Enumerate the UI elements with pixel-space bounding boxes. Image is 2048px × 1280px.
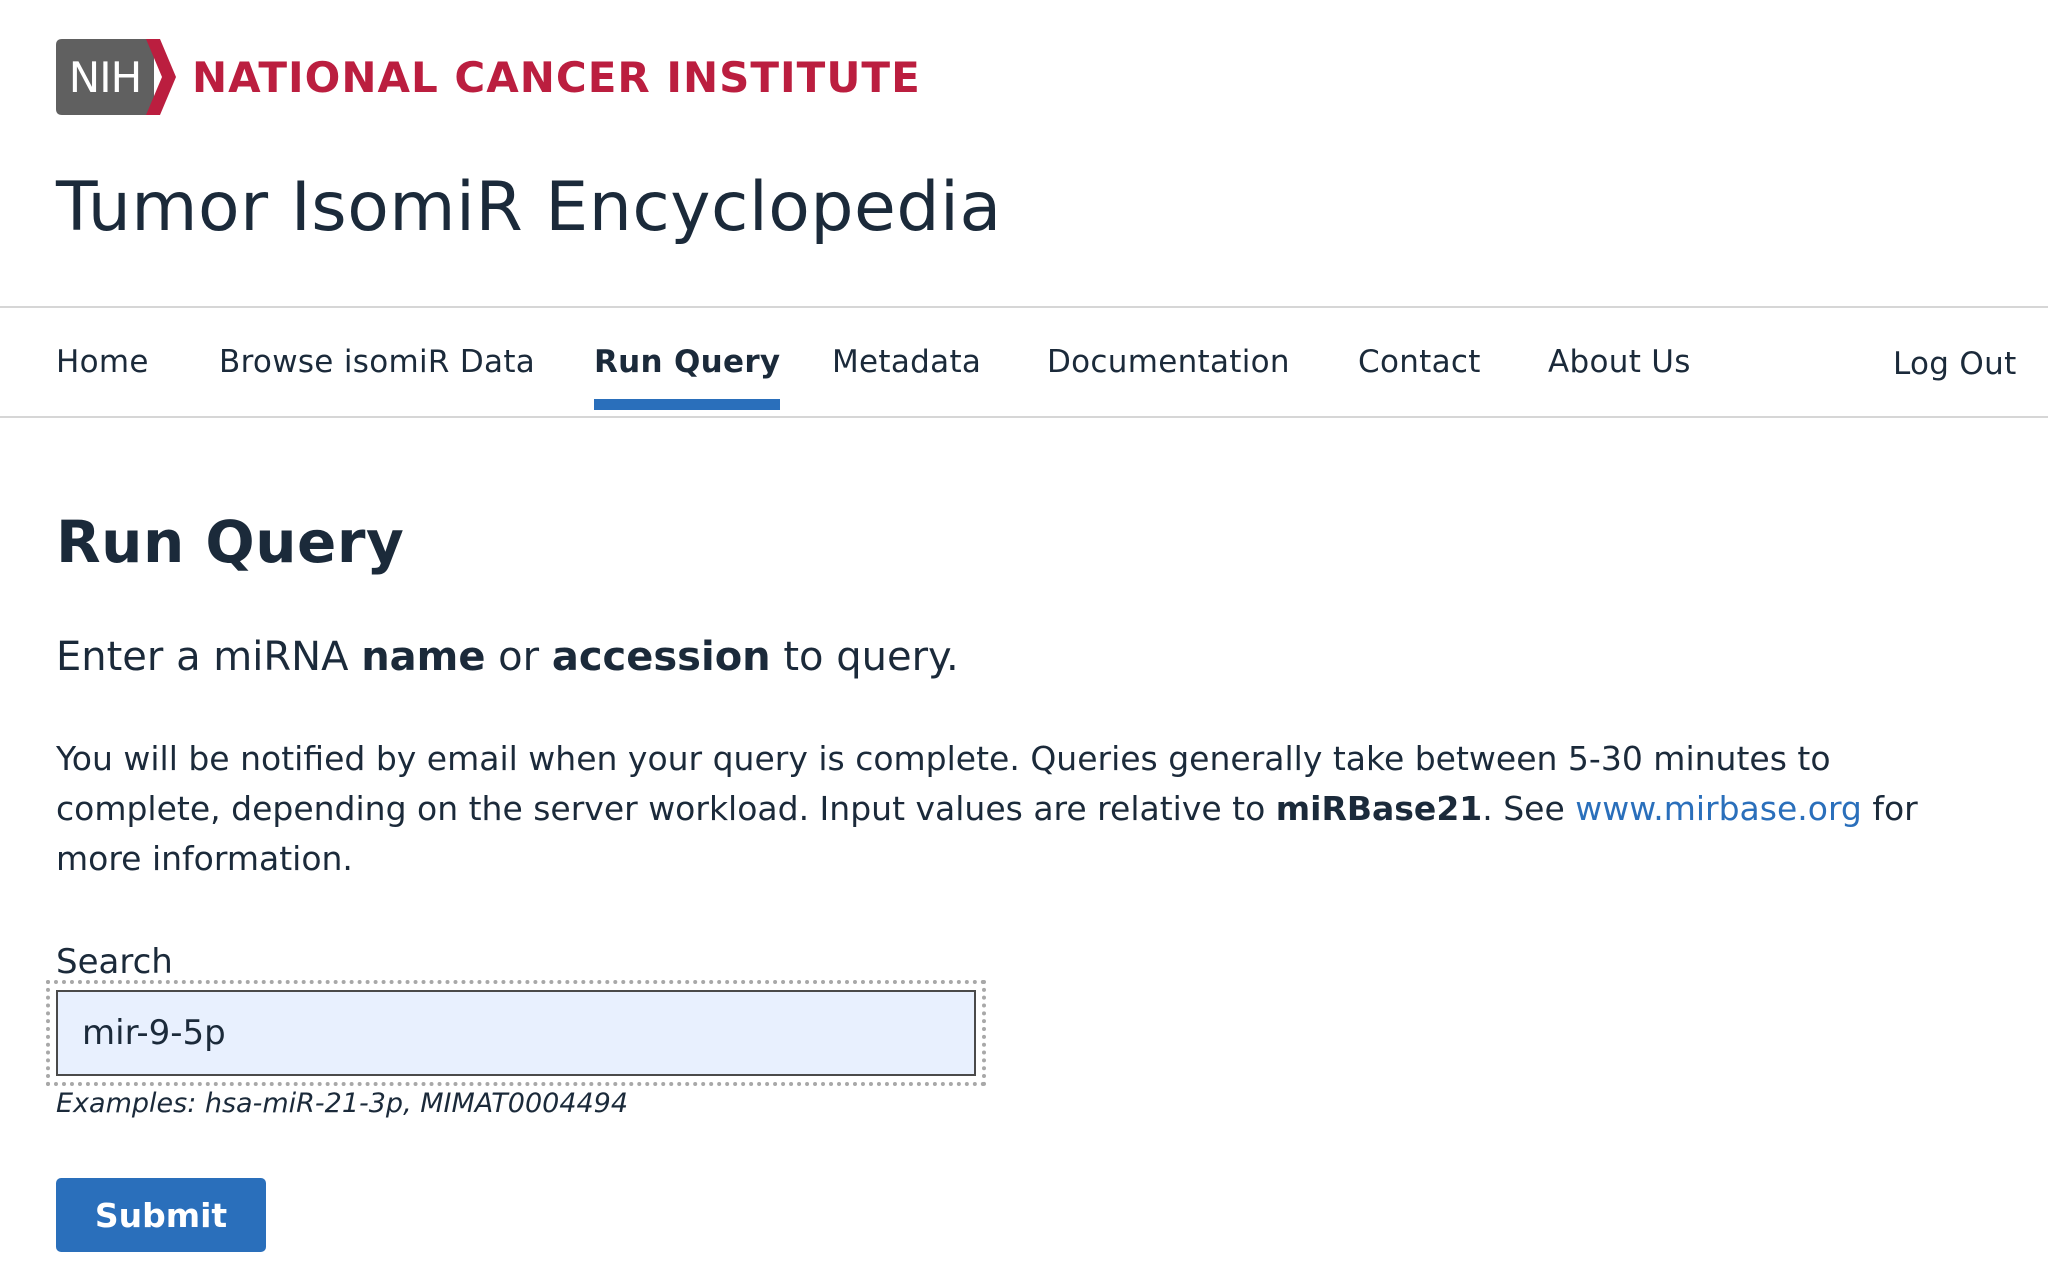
- nav-documentation-label: Documentation: [1047, 344, 1290, 380]
- lede-text-2: or: [485, 634, 552, 680]
- query-info-paragraph: You will be notified by email when your …: [56, 734, 1976, 884]
- lede-bold-name: name: [361, 634, 486, 680]
- nih-logo-text: NIH: [68, 52, 142, 102]
- nav-run-query-label: Run Query: [594, 344, 781, 380]
- info-mirbase-version: miRBase21: [1275, 789, 1483, 828]
- info-text-2: . See: [1482, 789, 1576, 828]
- search-input[interactable]: [56, 990, 976, 1076]
- nav-contact[interactable]: Contact: [1358, 308, 1481, 416]
- nav-about-us-label: About Us: [1548, 344, 1691, 380]
- search-examples-hint: Examples: hsa-miR-21-3p, MIMAT0004494: [56, 1088, 629, 1119]
- nci-brand[interactable]: NIH NATIONAL CANCER INSTITUTE: [56, 38, 921, 116]
- nav-metadata-label: Metadata: [832, 344, 982, 380]
- nav-home-label: Home: [56, 344, 149, 380]
- nav-contact-label: Contact: [1358, 344, 1481, 380]
- nih-logo: NIH: [56, 39, 176, 115]
- logout-label: Log Out: [1893, 346, 2017, 382]
- nav-home[interactable]: Home: [56, 308, 149, 416]
- logout-link[interactable]: Log Out: [1893, 310, 2017, 418]
- nav-browse-isomir-data[interactable]: Browse isomiR Data: [219, 308, 535, 416]
- lede-text-1: Enter a miRNA: [56, 634, 362, 680]
- mirbase-link[interactable]: www.mirbase.org: [1575, 789, 1862, 828]
- nav-documentation[interactable]: Documentation: [1047, 308, 1290, 416]
- nav-metadata[interactable]: Metadata: [832, 308, 981, 416]
- page-title: Run Query: [56, 508, 405, 576]
- nav-run-query[interactable]: Run Query: [594, 308, 781, 416]
- org-name: NATIONAL CANCER INSTITUTE: [192, 52, 921, 102]
- active-tab-indicator: [594, 399, 781, 410]
- nav-browse-label: Browse isomiR Data: [219, 344, 536, 380]
- lede-bold-accession: accession: [551, 634, 771, 680]
- site-title: Tumor IsomiR Encyclopedia: [56, 168, 1002, 247]
- search-label: Search: [56, 942, 173, 982]
- lede-text-3: to query.: [770, 634, 959, 680]
- submit-button[interactable]: Submit: [56, 1178, 266, 1252]
- nav-about-us[interactable]: About Us: [1548, 308, 1691, 416]
- main-nav: Home Browse isomiR Data Run Query Metada…: [0, 306, 2048, 418]
- query-instructions: Enter a miRNA name or accession to query…: [56, 634, 959, 680]
